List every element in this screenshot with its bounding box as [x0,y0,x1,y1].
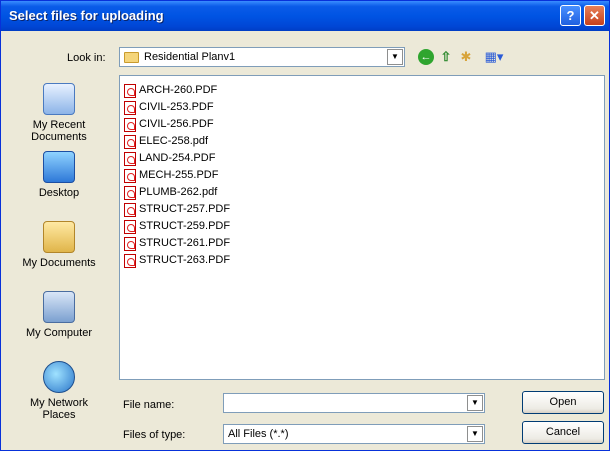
file-item[interactable]: CIVIL-253.PDF [124,99,214,116]
file-type-label: Files of type: [123,429,186,441]
file-item[interactable]: CIVIL-256.PDF [124,116,214,133]
file-item[interactable]: PLUMB-262.pdf [124,184,217,201]
folder-icon [124,52,139,63]
chevron-down-icon[interactable]: ▼ [387,49,403,65]
open-button[interactable]: Open [522,391,604,414]
my-computer-icon [43,291,75,323]
file-name: ARCH-260.PDF [139,84,218,96]
look-in-dropdown[interactable]: Residential Planv1 ▼ [119,47,405,67]
file-name: PLUMB-262.pdf [139,186,218,198]
place-label: Desktop [38,187,80,199]
help-button[interactable]: ? [560,5,581,26]
dialog-title: Select files for uploading [9,8,164,23]
back-icon[interactable]: ← [418,49,434,65]
view-menu-icon[interactable]: ▦▾ [481,49,507,65]
file-name: STRUCT-261.PDF [139,237,231,249]
file-list[interactable]: ARCH-260.PDF CIVIL-253.PDF CIVIL-256.PDF… [119,75,605,380]
recent-documents-icon [43,83,75,115]
file-name: STRUCT-259.PDF [139,220,231,232]
pdf-file-icon [124,236,136,251]
file-item[interactable]: ARCH-260.PDF [124,82,217,99]
new-folder-icon[interactable]: ✱ [458,49,474,65]
place-label: Places [42,409,76,421]
cancel-button[interactable]: Cancel [522,421,604,444]
pdf-file-icon [124,253,136,268]
look-in-label: Look in: [67,52,106,64]
place-network-places[interactable]: My Network Places [9,361,109,421]
chevron-down-icon[interactable]: ▼ [467,426,483,442]
place-my-computer[interactable]: My Computer [9,291,109,339]
up-folder-icon[interactable]: ⇧ [438,49,454,65]
place-label: My Computer [25,327,93,339]
place-desktop[interactable]: Desktop [9,151,109,199]
title-bar[interactable]: Select files for uploading ? ✕ [1,1,609,31]
file-name: CIVIL-256.PDF [139,118,214,130]
file-name: CIVIL-253.PDF [139,101,214,113]
file-item[interactable]: MECH-255.PDF [124,167,218,184]
file-item[interactable]: STRUCT-257.PDF [124,201,230,218]
file-name: ELEC-258.pdf [139,135,209,147]
file-item[interactable]: STRUCT-259.PDF [124,218,230,235]
file-upload-dialog: Select files for uploading ? ✕ Look in: … [0,0,610,451]
file-name: STRUCT-263.PDF [139,254,231,266]
pdf-file-icon [124,219,136,234]
place-label: My Network [29,397,89,409]
network-places-icon [43,361,75,393]
file-item[interactable]: STRUCT-261.PDF [124,235,230,252]
pdf-file-icon [124,83,136,98]
file-type-dropdown[interactable]: All Files (*.*) ▼ [223,424,485,444]
place-label: Documents [31,131,87,143]
file-name: STRUCT-257.PDF [139,203,231,215]
file-item[interactable]: LAND-254.PDF [124,150,215,167]
file-item[interactable]: STRUCT-263.PDF [124,252,230,269]
place-my-documents[interactable]: My Documents [9,221,109,269]
file-type-value: All Files (*.*) [228,428,289,440]
pdf-file-icon [124,151,136,166]
file-item[interactable]: ELEC-258.pdf [124,133,208,150]
pdf-file-icon [124,168,136,183]
place-label: My Recent [32,119,86,131]
pdf-file-icon [124,134,136,149]
file-name-label: File name: [123,399,175,411]
pdf-file-icon [124,117,136,132]
pdf-file-icon [124,100,136,115]
file-name-input[interactable]: ▼ [223,393,485,413]
places-bar: My Recent Documents Desktop My Documents… [9,73,109,443]
chevron-down-icon[interactable]: ▼ [467,395,483,411]
look-in-value: Residential Planv1 [144,51,236,63]
file-name: MECH-255.PDF [139,169,219,181]
place-recent-documents[interactable]: My Recent Documents [9,83,109,143]
pdf-file-icon [124,185,136,200]
file-name: LAND-254.PDF [139,152,216,164]
my-documents-icon [43,221,75,253]
desktop-icon [43,151,75,183]
place-label: My Documents [22,257,96,269]
pdf-file-icon [124,202,136,217]
close-button[interactable]: ✕ [584,5,605,26]
